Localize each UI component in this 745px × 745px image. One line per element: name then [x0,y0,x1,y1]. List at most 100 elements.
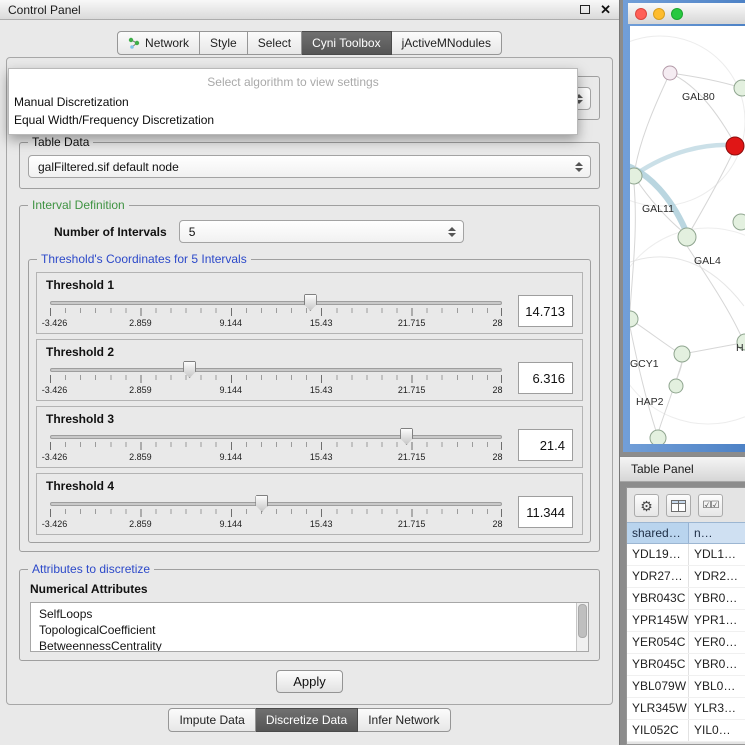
threshold-label: Threshold 3 [46,412,573,426]
network-node[interactable] [650,430,666,444]
network-window-titlebar[interactable] [628,3,745,24]
minimize-icon[interactable] [653,8,665,20]
network-node[interactable] [630,311,638,327]
threshold-label: Threshold 1 [46,278,573,292]
table-row[interactable]: YLR345W YLR3… [627,698,745,720]
cyni-toolbox-panel: Discretization Algorithm Select algorith… [6,57,613,705]
select-columns-button[interactable]: ☑☑ [698,494,723,517]
slider-track[interactable] [50,301,502,305]
numerical-attributes-list[interactable]: SelfLoopsTopologicalCoefficientBetweenne… [30,602,589,652]
list-item[interactable]: BetweennessCentrality [39,638,574,652]
table-panel-titlebar[interactable]: Table Panel [620,456,745,482]
network-node[interactable] [734,80,745,96]
node-label: GCY1 [630,358,659,370]
column-header-shared-name[interactable]: shared… [627,523,689,543]
window-title: Control Panel [8,3,81,17]
stepper-icon [448,227,456,237]
tab-discretize-data[interactable]: Discretize Data [256,708,358,732]
close-icon[interactable] [635,8,647,20]
tab-cyni-toolbox[interactable]: Cyni Toolbox [302,31,391,55]
table-row[interactable]: YBR043C YBR0… [627,588,745,610]
table-row[interactable]: YDL19… YDL1… [627,544,745,566]
gear-icon: ⚙ [640,499,653,513]
network-graph: GAL80 GAL11 GAL4 GCY1 HAP2 H [630,26,745,444]
slider-major-ticks [50,509,502,517]
network-node[interactable] [630,168,642,184]
threshold-slider[interactable]: -3.4262.8599.14415.4321.71528 [50,294,502,331]
table-data-combobox[interactable]: galFiltered.sif default node [28,155,591,178]
slider-tick-labels: -3.4262.8599.14415.4321.71528 [50,452,502,464]
tab-select[interactable]: Select [248,31,302,55]
apply-button[interactable]: Apply [276,670,343,693]
list-item[interactable]: SelfLoops [39,606,574,622]
thresholds-group: Threshold's Coordinates for 5 Intervals … [28,259,591,543]
bottom-tab-bar: Impute Data Discretize Data Infer Networ… [0,708,619,732]
table-row[interactable]: YIL052C YIL0… [627,720,745,742]
slider-tick-labels: -3.4262.8599.14415.4321.71528 [50,318,502,330]
list-scrollbar[interactable] [576,603,588,651]
control-panel-titlebar[interactable]: Control Panel ✕ [0,0,619,20]
slider-major-ticks [50,308,502,316]
network-node[interactable] [674,346,690,362]
network-node[interactable] [669,379,683,393]
thresholds-group-label: Threshold's Coordinates for 5 Intervals [37,252,251,266]
table-row[interactable]: YDR27… YDR2… [627,566,745,588]
threshold-slider[interactable]: -3.4262.8599.14415.4321.71528 [50,495,502,532]
tab-infer-network[interactable]: Infer Network [358,708,450,732]
threshold-value-field[interactable]: 14.713 [518,295,573,327]
dropdown-option-manual-discretization[interactable]: Manual Discretization [9,93,577,111]
threshold-slider[interactable]: -3.4262.8599.14415.4321.71528 [50,361,502,398]
number-of-intervals-combobox[interactable]: 5 [179,220,464,243]
slider-track[interactable] [50,502,502,506]
network-canvas[interactable]: GAL80 GAL11 GAL4 GCY1 HAP2 H [630,26,745,444]
network-icon [128,37,140,49]
number-of-intervals-label: Number of Intervals [54,225,167,239]
table-row[interactable]: YBL079W YBL0… [627,676,745,698]
threshold-value-field[interactable]: 21.4 [518,429,573,461]
tab-impute-data[interactable]: Impute Data [168,708,255,732]
threshold-label: Threshold 4 [46,479,573,493]
columns-icon [671,500,686,512]
interval-definition-group: Interval Definition Number of Intervals … [19,205,600,552]
table-settings-button[interactable]: ⚙ [634,494,659,517]
threshold-label: Threshold 2 [46,345,573,359]
tab-style[interactable]: Style [200,31,248,55]
list-item[interactable]: TopologicalCoefficient [39,622,574,638]
network-edge-highlighted[interactable] [636,145,731,174]
threshold-value-field[interactable]: 6.316 [518,362,573,394]
tab-network[interactable]: Network [117,31,200,55]
network-node[interactable] [663,66,677,80]
slider-track[interactable] [50,435,502,439]
threshold-panel-2: Threshold 2 -3.4262.8599.14415.4321.7152… [36,339,583,401]
slider-major-ticks [50,442,502,450]
threshold-slider[interactable]: -3.4262.8599.14415.4321.71528 [50,428,502,465]
table-panel-toolbar: ⚙ ☑☑ [627,488,745,522]
float-window-icon[interactable] [580,5,590,14]
table-row[interactable]: YBR045C YBR0… [627,654,745,676]
table-row[interactable]: YER054C YER0… [627,632,745,654]
node-label: H [736,342,744,354]
threshold-value-field[interactable]: 11.344 [518,496,573,528]
dropdown-placeholder: Select algorithm to view settings [9,72,577,93]
table-panel-title: Table Panel [631,462,694,476]
node-label: GAL4 [694,255,721,267]
network-node-selected[interactable] [726,137,744,155]
network-node[interactable] [733,214,745,230]
stepper-icon [575,162,583,172]
select-columns-icon: ☑☑ [703,501,719,511]
zoom-icon[interactable] [671,8,683,20]
table-row[interactable]: YPR145W YPR1… [627,610,745,632]
node-label: HAP2 [636,396,664,408]
show-columns-button[interactable] [666,494,691,517]
top-tab-bar: Network Style Select Cyni Toolbox jActiv… [0,31,619,55]
column-header-name[interactable]: n… [689,523,745,543]
slider-track[interactable] [50,368,502,372]
number-of-intervals-row: Number of Intervals 5 [28,220,591,243]
network-node[interactable] [678,228,696,246]
dropdown-option-equal-width[interactable]: Equal Width/Frequency Discretization [9,111,577,129]
slider-major-ticks [50,375,502,383]
node-label: GAL80 [682,91,715,103]
scrollbar-thumb[interactable] [578,604,587,638]
close-icon[interactable]: ✕ [600,3,611,16]
tab-jactivemnodules[interactable]: jActiveMNodules [392,31,502,55]
